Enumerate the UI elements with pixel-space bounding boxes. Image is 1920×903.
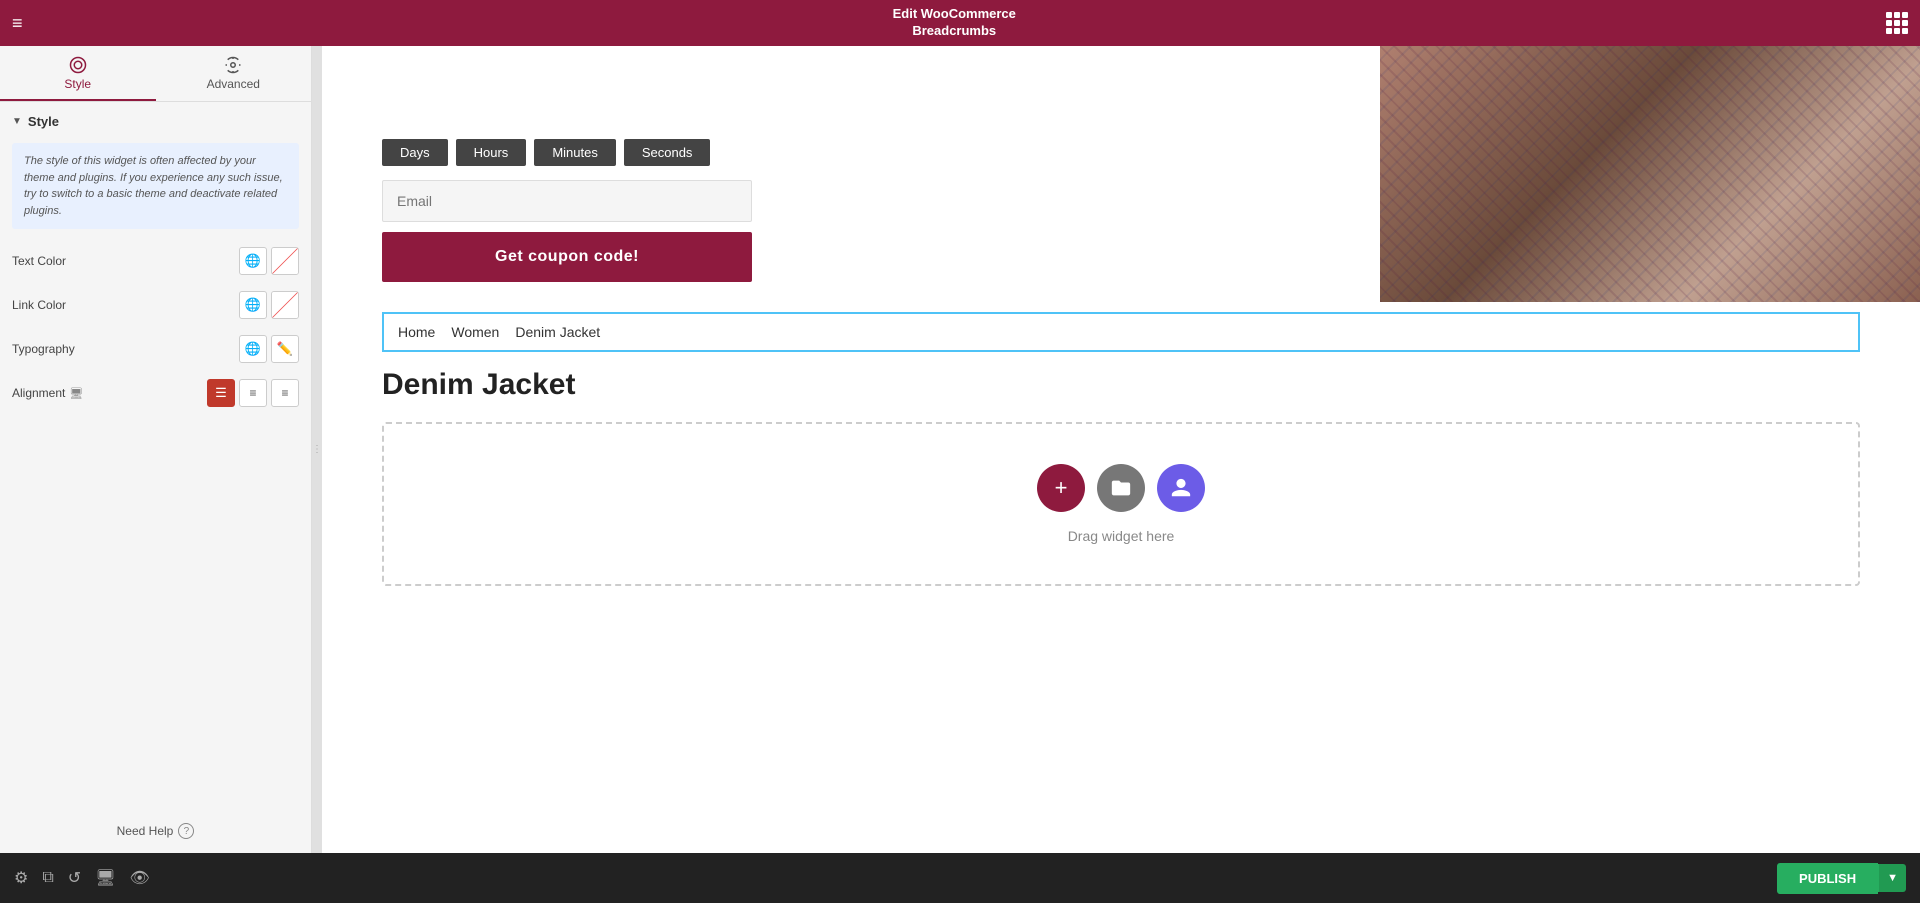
footer-left-icons: ⚙ ⧉ ↺ 🖥 👁 xyxy=(14,868,150,888)
countdown-seconds: Seconds xyxy=(624,139,711,166)
drop-zone-text: Drag widget here xyxy=(1068,528,1175,544)
countdown-hours: Hours xyxy=(456,139,527,166)
typography-global-btn[interactable]: 🌐 xyxy=(239,335,267,363)
style-section-header: ▼ Style xyxy=(12,114,299,129)
typography-controls: 🌐 ✏️ xyxy=(239,335,299,363)
drop-zone-buttons: + xyxy=(1037,464,1205,512)
breadcrumb-home[interactable]: Home xyxy=(398,324,435,340)
link-color-controls: 🌐 xyxy=(239,291,299,319)
tab-style-label: Style xyxy=(64,77,91,91)
alignment-controls: ☰ ≡ ≡ xyxy=(207,379,299,407)
responsive-footer-icon[interactable]: 🖥 xyxy=(95,868,115,888)
alignment-row: Alignment 🖥 ☰ ≡ ≡ xyxy=(12,379,299,407)
hamburger-icon[interactable]: ≡ xyxy=(12,13,23,34)
canvas-top-section: Days Hours Minutes Seconds Get c xyxy=(322,46,1920,302)
need-help[interactable]: Need Help ? xyxy=(0,809,311,853)
coupon-button[interactable]: Get coupon code! xyxy=(382,232,752,282)
tab-advanced[interactable]: Advanced xyxy=(156,46,312,101)
email-input[interactable] xyxy=(382,180,752,222)
info-text: The style of this widget is often affect… xyxy=(24,155,283,217)
canvas-area: Days Hours Minutes Seconds Get c xyxy=(322,46,1920,853)
link-color-row: Link Color 🌐 xyxy=(12,291,299,319)
publish-group: PUBLISH ▼ xyxy=(1777,863,1906,894)
resize-handle[interactable]: ⋮ xyxy=(312,46,322,853)
handle-icon: ⋮ xyxy=(312,444,322,455)
info-box: The style of this widget is often affect… xyxy=(12,143,299,229)
align-left-btn[interactable]: ☰ xyxy=(207,379,235,407)
promo-content: Days Hours Minutes Seconds Get c xyxy=(322,46,1380,302)
need-help-label: Need Help xyxy=(117,824,174,838)
breadcrumb-current: Denim Jacket xyxy=(515,324,600,340)
countdown-row: Days Hours Minutes Seconds xyxy=(382,139,1320,166)
layers-icon[interactable]: ⧉ xyxy=(42,869,53,887)
settings-icon[interactable]: ⚙ xyxy=(14,868,28,888)
image-placeholder xyxy=(1380,46,1920,302)
countdown-minutes: Minutes xyxy=(534,139,616,166)
breadcrumb-women[interactable]: Women xyxy=(451,324,499,340)
history-icon[interactable]: ↺ xyxy=(68,868,81,888)
person-icon xyxy=(1170,477,1192,499)
align-center-btn[interactable]: ≡ xyxy=(239,379,267,407)
typography-row: Typography 🌐 ✏️ xyxy=(12,335,299,363)
collapse-arrow[interactable]: ▼ xyxy=(12,116,22,127)
page-title: Edit WooCommerce Breadcrumbs xyxy=(893,6,1016,40)
text-color-swatch[interactable] xyxy=(271,247,299,275)
style-icon xyxy=(69,56,87,74)
add-widget-btn[interactable]: + xyxy=(1037,464,1085,512)
panel-tabs: Style Advanced xyxy=(0,46,311,102)
left-panel: Style Advanced ▼ Style The style xyxy=(0,46,312,853)
publish-button[interactable]: PUBLISH xyxy=(1777,863,1878,894)
typography-edit-btn[interactable]: ✏️ xyxy=(271,335,299,363)
section-label: Style xyxy=(28,114,59,129)
publish-dropdown-btn[interactable]: ▼ xyxy=(1878,864,1906,892)
preview-icon[interactable]: 👁 xyxy=(130,868,150,888)
countdown-days: Days xyxy=(382,139,448,166)
typography-label: Typography xyxy=(12,342,75,356)
breadcrumb-section: Home Women Denim Jacket xyxy=(382,312,1860,352)
apps-icon[interactable] xyxy=(1886,12,1908,34)
tab-style[interactable]: Style xyxy=(0,46,156,101)
footer-bar: ⚙ ⧉ ↺ 🖥 👁 PUBLISH ▼ xyxy=(0,853,1920,903)
product-title: Denim Jacket xyxy=(382,368,1860,402)
drop-zone: + Drag widget here xyxy=(382,422,1860,586)
text-color-controls: 🌐 xyxy=(239,247,299,275)
responsive-icon: 🖥 xyxy=(69,387,83,400)
folder-btn[interactable] xyxy=(1097,464,1145,512)
alignment-label: Alignment 🖥 xyxy=(12,386,83,400)
link-color-global-btn[interactable]: 🌐 xyxy=(239,291,267,319)
panel-content: ▼ Style The style of this widget is ofte… xyxy=(0,102,311,809)
folder-icon xyxy=(1110,477,1132,499)
align-right-btn[interactable]: ≡ xyxy=(271,379,299,407)
help-icon: ? xyxy=(178,823,194,839)
tab-advanced-label: Advanced xyxy=(207,77,260,91)
product-image xyxy=(1380,46,1920,302)
text-color-global-btn[interactable]: 🌐 xyxy=(239,247,267,275)
top-bar: ≡ Edit WooCommerce Breadcrumbs xyxy=(0,0,1920,46)
link-color-label: Link Color xyxy=(12,298,66,312)
main-layout: Style Advanced ▼ Style The style xyxy=(0,46,1920,853)
link-color-swatch[interactable] xyxy=(271,291,299,319)
template-btn[interactable] xyxy=(1157,464,1205,512)
text-color-row: Text Color 🌐 xyxy=(12,247,299,275)
text-color-label: Text Color xyxy=(12,254,66,268)
advanced-icon xyxy=(224,56,242,74)
